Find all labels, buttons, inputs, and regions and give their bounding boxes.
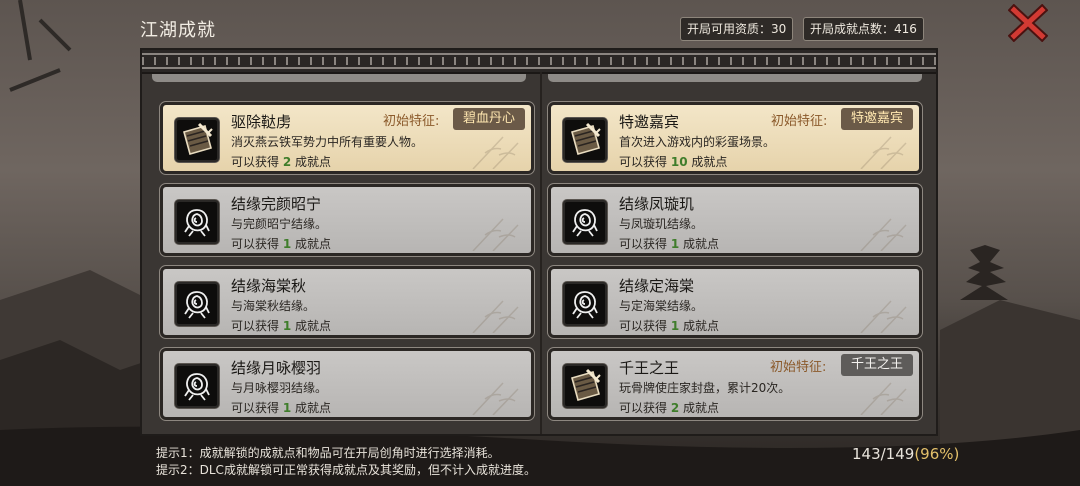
achievement-description: 与海棠秋结缘。 — [231, 299, 316, 313]
progress-percent: (96%) — [914, 445, 960, 463]
initial-trait-badge: 特邀嘉宾 — [840, 108, 913, 130]
bamboo-decoration — [851, 133, 911, 170]
bamboo-decoration — [463, 297, 523, 334]
reward-suffix: 成就点 — [691, 155, 728, 169]
reward-value: 1 — [670, 237, 680, 251]
reward-value: 1 — [670, 319, 680, 333]
rose-icon — [174, 199, 220, 245]
progress-count: 143/149 — [852, 445, 915, 463]
achievement-reward: 可以获得 1 成就点 — [231, 235, 331, 252]
scroll-sword-icon — [562, 363, 608, 409]
achievement-description: 与凤璇玑结缘。 — [619, 217, 704, 231]
achievement-reward: 可以获得 2 成就点 — [619, 399, 719, 416]
hint-line-1: 提示1：成就解锁的成就点和物品可在开局创角时进行选择消耗。 — [156, 446, 500, 460]
scrolled-card-edge — [548, 74, 922, 82]
reward-prefix: 可以获得 — [619, 237, 668, 251]
achievement-name: 结缘定海棠 — [619, 277, 695, 295]
close-button[interactable] — [1007, 3, 1049, 43]
achievement-card[interactable]: 结缘凤璇玑 与凤璇玑结缘。 可以获得 1 成就点 — [547, 183, 923, 257]
achievement-card[interactable]: 驱除鞑虏消灭燕云铁军势力中所有重要人物。 可以获得 2 成就点 初始特征: 碧血丹心 — [159, 101, 535, 175]
reward-suffix: 成就点 — [683, 319, 720, 333]
bamboo-decoration — [851, 215, 911, 252]
achievement-card[interactable]: 特邀嘉宾首次进入游戏内的彩蛋场景。 可以获得 10 成就点 初始特征: 特邀嘉宾 — [547, 101, 923, 175]
reward-value: 2 — [282, 155, 292, 169]
reward-value: 10 — [670, 155, 688, 169]
rose-icon — [562, 199, 608, 245]
scroll-sword-icon — [174, 117, 220, 163]
achievement-reward: 可以获得 1 成就点 — [619, 317, 719, 334]
reward-prefix: 可以获得 — [231, 319, 280, 333]
achievement-points-counter: 开局成就点数：416 — [803, 17, 924, 41]
achievement-name: 驱除鞑虏 — [231, 113, 292, 131]
rose-icon — [562, 281, 608, 327]
achievement-progress: 143/149(96%) — [852, 445, 959, 463]
bamboo-decoration — [851, 297, 911, 334]
achievement-name: 结缘凤璇玑 — [619, 195, 695, 213]
initial-trait-badge: 碧血丹心 — [452, 108, 525, 130]
achievement-reward: 可以获得 10 成就点 — [619, 153, 727, 170]
achievement-reward: 可以获得 1 成就点 — [619, 235, 719, 252]
reward-prefix: 可以获得 — [619, 401, 668, 415]
achievement-description: 与定海棠结缘。 — [619, 299, 704, 313]
achievement-reward: 可以获得 1 成就点 — [231, 317, 331, 334]
reward-prefix: 可以获得 — [619, 155, 668, 169]
achievement-description: 玩骨牌使庄家封盘，累计20次。 — [619, 381, 791, 395]
rose-icon — [174, 281, 220, 327]
bamboo-decoration — [851, 379, 911, 416]
decorative-border — [142, 50, 936, 74]
scrolled-card-edge — [152, 74, 526, 82]
achievement-name: 千王之王 — [619, 359, 680, 377]
achievement-card[interactable]: 结缘完颜昭宁与完颜昭宁结缘。 可以获得 1 成就点 — [159, 183, 535, 257]
rose-icon — [174, 363, 220, 409]
achievement-card[interactable]: 结缘月咏樱羽与月咏樱羽结缘。 可以获得 1 成就点 — [159, 347, 535, 421]
reward-prefix: 可以获得 — [231, 401, 280, 415]
reward-value: 1 — [282, 237, 292, 251]
initial-trait-badge: 千王之王 — [840, 354, 913, 376]
bamboo-decoration — [463, 379, 523, 416]
reward-suffix: 成就点 — [295, 401, 332, 415]
achievement-reward: 可以获得 1 成就点 — [231, 399, 331, 416]
reward-suffix: 成就点 — [295, 237, 332, 251]
bamboo-decoration — [463, 133, 523, 170]
reward-suffix: 成就点 — [683, 237, 720, 251]
starting-resource-counter: 开局可用资质：30 — [680, 17, 794, 41]
achievement-card[interactable]: 结缘定海棠 与定海棠结缘。 可以获得 1 成就点 — [547, 265, 923, 339]
hint-line-2: 提示2：DLC成就解锁可正常获得成就点及其奖励，但不计入成就进度。 — [156, 463, 536, 477]
bamboo-decoration — [463, 215, 523, 252]
reward-prefix: 可以获得 — [231, 155, 280, 169]
achievement-name: 结缘月咏樱羽 — [231, 359, 322, 377]
initial-trait-label: 初始特征: — [771, 114, 828, 129]
reward-value: 2 — [670, 401, 680, 415]
reward-prefix: 可以获得 — [619, 319, 668, 333]
reward-suffix: 成就点 — [295, 155, 332, 169]
reward-suffix: 成就点 — [295, 319, 332, 333]
achievement-name: 特邀嘉宾 — [619, 113, 680, 131]
achievement-description: 首次进入游戏内的彩蛋场景。 — [619, 135, 776, 149]
achievement-description: 消灭燕云铁军势力中所有重要人物。 — [231, 135, 424, 149]
reward-suffix: 成就点 — [683, 401, 720, 415]
reward-value: 1 — [282, 401, 292, 415]
scroll-sword-icon — [562, 117, 608, 163]
achievement-panel: 驱除鞑虏 消灭燕云铁军势力中所有重要人物。 可以获得 2 成就点 初始特征: 碧血丹心特… — [140, 48, 938, 436]
achievement-description: 与月咏樱羽结缘。 — [231, 381, 328, 395]
achievement-card[interactable]: 千王之王玩骨牌使庄家封盘，累计20次。 可以获得 2 成就点 初始特征: 千王之王 — [547, 347, 923, 421]
achievement-card[interactable]: 结缘海棠秋 与海棠秋结缘。 可以获得 1 成就点 — [159, 265, 535, 339]
page-title: 江湖成就 — [140, 20, 216, 41]
column-divider — [540, 72, 542, 434]
close-icon — [1007, 3, 1049, 43]
achievement-reward: 可以获得 2 成就点 — [231, 153, 331, 170]
achievement-name: 结缘完颜昭宁 — [231, 195, 322, 213]
achievement-name: 结缘海棠秋 — [231, 277, 307, 295]
achievement-description: 与完颜昭宁结缘。 — [231, 217, 328, 231]
initial-trait-label: 初始特征: — [770, 360, 827, 375]
initial-trait-label: 初始特征: — [383, 114, 440, 129]
reward-prefix: 可以获得 — [231, 237, 280, 251]
reward-value: 1 — [282, 319, 292, 333]
